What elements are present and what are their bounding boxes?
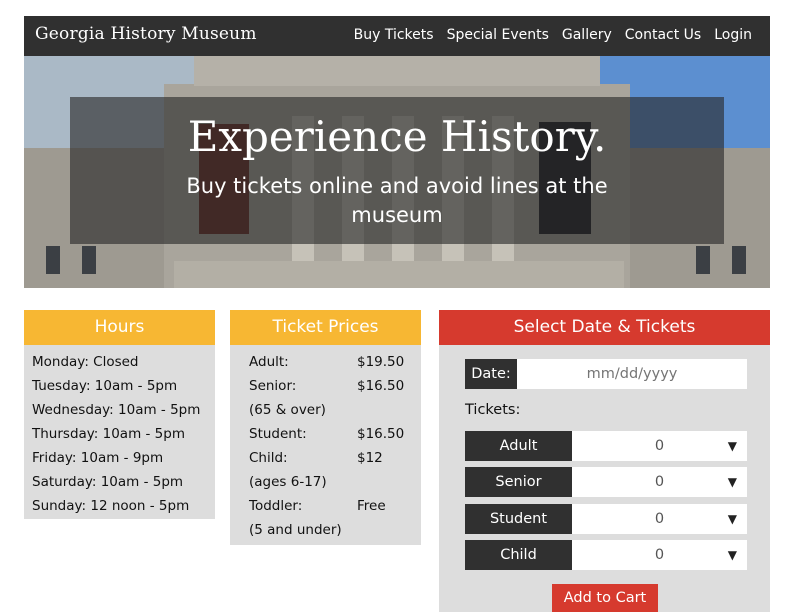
ticket-type-label: Student — [465, 504, 572, 534]
price-row: (ages 6-17) — [230, 470, 421, 494]
price-list: Adult: $19.50 Senior: $16.50 (65 & over)… — [230, 345, 421, 542]
price-value: $16.50 — [357, 426, 405, 442]
nav-buy-tickets[interactable]: Buy Tickets — [354, 27, 434, 43]
hero-window — [696, 246, 710, 274]
hours-item: Saturday: 10am - 5pm — [32, 474, 184, 490]
ticket-selection-title: Select Date & Tickets — [439, 310, 770, 345]
hours-panel: Hours Monday: Closed Tuesday: 10am - 5pm… — [24, 310, 215, 519]
hours-title: Hours — [24, 310, 215, 345]
ticket-row-student: Student 0 ▼ — [465, 504, 747, 534]
date-input[interactable] — [517, 359, 747, 389]
site-header: Georgia History Museum Buy Tickets Speci… — [24, 16, 770, 56]
hero-building-roof — [194, 56, 600, 86]
price-name: Toddler: — [249, 498, 303, 514]
hours-list: Monday: Closed Tuesday: 10am - 5pm Wedne… — [24, 345, 215, 518]
price-row: (65 & over) — [230, 398, 421, 422]
price-note: (ages 6-17) — [249, 474, 327, 490]
price-value: $19.50 — [357, 354, 405, 370]
dropdown-arrow-icon[interactable]: ▼ — [728, 504, 737, 534]
ticket-type-label: Adult — [465, 431, 572, 461]
nav-gallery[interactable]: Gallery — [562, 27, 612, 43]
nav-contact-us[interactable]: Contact Us — [625, 27, 701, 43]
hero-window — [732, 246, 746, 274]
price-note: (5 and under) — [249, 522, 342, 538]
student-quantity-select[interactable]: 0 — [572, 504, 747, 534]
ticket-row-adult: Adult 0 ▼ — [465, 431, 747, 461]
hero-banner: Experience History. Buy tickets online a… — [24, 56, 770, 288]
hours-item: Wednesday: 10am - 5pm — [32, 402, 201, 418]
price-name: Child: — [249, 450, 288, 466]
dropdown-arrow-icon[interactable]: ▼ — [728, 431, 737, 461]
site-brand[interactable]: Georgia History Museum — [35, 24, 257, 44]
nav-login[interactable]: Login — [714, 27, 752, 43]
ticket-prices-panel: Ticket Prices Adult: $19.50 Senior: $16.… — [230, 310, 421, 545]
hero-stairs — [174, 261, 624, 288]
dropdown-arrow-icon[interactable]: ▼ — [728, 467, 737, 497]
nav-special-events[interactable]: Special Events — [447, 27, 549, 43]
hero-subtitle: Buy tickets online and avoid lines at th… — [186, 174, 608, 227]
tickets-label: Tickets: — [465, 402, 521, 418]
hero-window — [46, 246, 60, 274]
dropdown-arrow-icon[interactable]: ▼ — [728, 540, 737, 570]
ticket-row-child: Child 0 ▼ — [465, 540, 747, 570]
price-name: Student: — [249, 426, 307, 442]
price-row: Adult: $19.50 — [230, 350, 421, 374]
ticket-type-label: Senior — [465, 467, 572, 497]
price-value: $16.50 — [357, 378, 405, 394]
add-to-cart-button[interactable]: Add to Cart — [552, 584, 658, 612]
hours-item: Tuesday: 10am - 5pm — [32, 378, 178, 394]
price-row: Student: $16.50 — [230, 422, 421, 446]
price-row: Child: $12 — [230, 446, 421, 470]
date-label: Date: — [465, 359, 517, 389]
ticket-type-label: Child — [465, 540, 572, 570]
price-row: (5 and under) — [230, 518, 421, 542]
ticket-selection-panel: Select Date & Tickets Date: Tickets: Adu… — [439, 310, 770, 612]
adult-quantity-select[interactable]: 0 — [572, 431, 747, 461]
hours-item: Sunday: 12 noon - 5pm — [32, 498, 190, 514]
ticket-row-senior: Senior 0 ▼ — [465, 467, 747, 497]
price-value: $12 — [357, 450, 383, 466]
ticket-prices-title: Ticket Prices — [230, 310, 421, 345]
date-row: Date: — [465, 359, 747, 389]
hero-window — [82, 246, 96, 274]
price-row: Toddler: Free — [230, 494, 421, 518]
price-row: Senior: $16.50 — [230, 374, 421, 398]
hero-title: Experience History. — [187, 112, 607, 161]
child-quantity-select[interactable]: 0 — [572, 540, 747, 570]
price-value: Free — [357, 498, 386, 514]
price-name: Adult: — [249, 354, 289, 370]
senior-quantity-select[interactable]: 0 — [572, 467, 747, 497]
price-name: Senior: — [249, 378, 297, 394]
hours-item: Monday: Closed — [32, 354, 139, 370]
price-note: (65 & over) — [249, 402, 326, 418]
hours-item: Thursday: 10am - 5pm — [32, 426, 185, 442]
main-nav: Buy Tickets Special Events Gallery Conta… — [354, 27, 752, 43]
hours-item: Friday: 10am - 9pm — [32, 450, 164, 466]
